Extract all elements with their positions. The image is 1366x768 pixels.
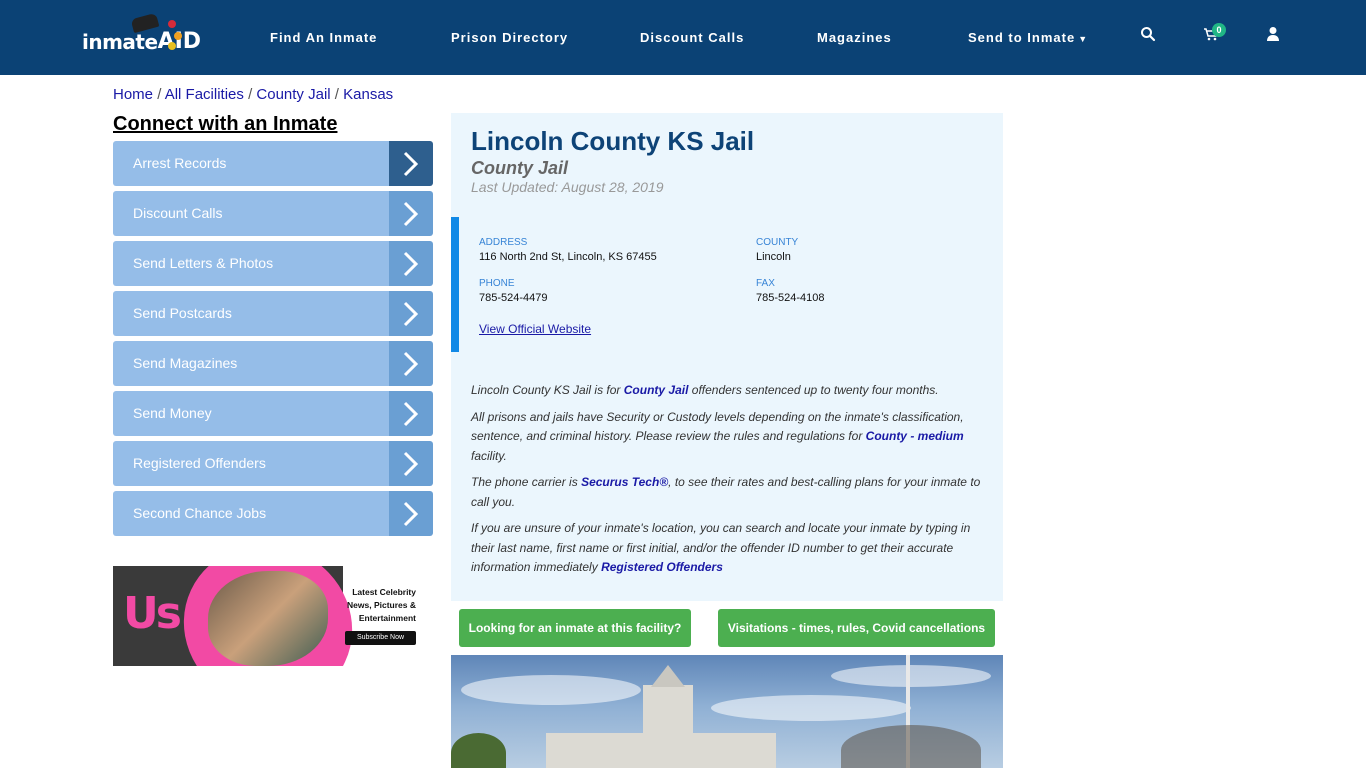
photo-cloud [461,675,641,705]
sidebar-item-label: Discount Calls [113,191,389,236]
logo-text: inmate [82,30,158,54]
facility-description: Lincoln County KS Jail is for County Jai… [471,381,986,585]
ad-tagline-line: Latest Celebrity [352,587,416,597]
county-label: COUNTY [756,237,799,248]
photo-tower-roof [651,665,685,687]
nav-magazines[interactable]: Magazines [817,30,892,45]
photo-cloud [831,665,991,687]
ad-subscribe-button[interactable]: Subscribe Now [345,631,416,645]
county-medium-link[interactable]: County - medium [866,429,964,443]
chevron-right-icon [389,441,433,486]
description-paragraph: Lincoln County KS Jail is for County Jai… [471,381,986,401]
photo-tree [451,733,506,768]
sidebar-item-label: Send Postcards [113,291,389,336]
facility-title: Lincoln County KS Jail [471,126,755,156]
search-icon[interactable] [1140,26,1160,46]
site-logo[interactable]: inmate AID [82,12,201,54]
sidebar-menu: Arrest Records Discount Calls Send Lette… [113,141,433,541]
breadcrumb-all-facilities[interactable]: All Facilities [165,86,244,103]
county-jail-link[interactable]: County Jail [624,383,689,397]
sidebar-item-label: Registered Offenders [113,441,389,486]
photo-cloud [711,695,911,721]
breadcrumb-separator: / [157,86,162,103]
chevron-right-icon [389,391,433,436]
chevron-right-icon [389,191,433,236]
leaf-icon [174,32,182,40]
chevron-right-icon [389,291,433,336]
leaf-icon [168,20,176,28]
sidebar-item-label: Send Money [113,391,389,436]
sidebar-item-arrest-records[interactable]: Arrest Records [113,141,433,186]
sidebar-item-label: Send Letters & Photos [113,241,389,286]
view-official-website-link[interactable]: View Official Website [479,322,591,336]
breadcrumb-separator: / [248,86,253,103]
find-inmate-at-facility-button[interactable]: Looking for an inmate at this facility? [459,609,691,647]
facility-photo [451,655,1003,768]
breadcrumb-county-jail[interactable]: County Jail [256,86,330,103]
chevron-right-icon [389,141,433,186]
visitations-button[interactable]: Visitations - times, rules, Covid cancel… [718,609,995,647]
cart-count-badge: 0 [1212,23,1226,37]
text: facility. [471,448,507,463]
text: Lincoln County KS Jail is for [471,383,624,397]
facility-panel: Lincoln County KS Jail County Jail Last … [451,113,1003,601]
fax-value: 785-524-4108 [756,292,825,304]
chevron-right-icon [389,491,433,536]
phone-value: 785-524-4479 [479,292,548,304]
sidebar-item-label: Second Chance Jobs [113,491,389,536]
breadcrumb-kansas[interactable]: Kansas [343,86,393,103]
address-label: ADDRESS [479,237,528,248]
nav-prison-directory[interactable]: Prison Directory [451,30,568,45]
sidebar-item-label: Arrest Records [113,141,389,186]
text: The phone carrier is [471,475,582,489]
description-paragraph: The phone carrier is Securus Tech®, to s… [471,473,986,512]
nav-send-to-inmate[interactable]: Send to Inmate ▼ [968,30,1088,45]
photo-building [546,733,776,768]
sidebar-item-send-postcards[interactable]: Send Postcards [113,291,433,336]
text: offenders sentenced up to twenty four mo… [688,383,939,397]
phone-label: PHONE [479,278,515,289]
nav-send-to-inmate-label: Send to Inmate [968,30,1076,45]
sidebar-item-label: Send Magazines [113,341,389,386]
ad-brand-logo: Us [123,588,182,639]
info-accent-bar [451,217,459,352]
registered-offenders-link[interactable]: Registered Offenders [601,560,723,574]
sidebar-item-discount-calls[interactable]: Discount Calls [113,191,433,236]
sidebar-item-send-magazines[interactable]: Send Magazines [113,341,433,386]
nav-find-an-inmate[interactable]: Find An Inmate [270,30,377,45]
sidebar-item-send-letters-photos[interactable]: Send Letters & Photos [113,241,433,286]
chevron-right-icon [389,241,433,286]
ad-tagline-line: Entertainment [358,613,416,623]
last-updated: Last Updated: August 28, 2019 [471,179,664,195]
ad-photo [208,571,328,666]
county-value: Lincoln [756,251,791,263]
description-paragraph: If you are unsure of your inmate's locat… [471,519,986,578]
leaf-icon [168,42,176,50]
nav-discount-calls[interactable]: Discount Calls [640,30,744,45]
breadcrumb: Home / All Facilities / County Jail / Ka… [113,86,393,103]
caret-down-icon: ▼ [1078,34,1089,44]
ad-tagline-line: News, Pictures & [347,600,416,610]
us-weekly-ad-banner[interactable]: Us Latest Celebrity News, Pictures & Ent… [113,566,420,666]
breadcrumb-home[interactable]: Home [113,86,153,103]
top-navbar: inmate AID Find An Inmate Prison Directo… [0,0,1366,75]
sidebar-title[interactable]: Connect with an Inmate [113,113,337,136]
sidebar-item-second-chance-jobs[interactable]: Second Chance Jobs [113,491,433,536]
description-paragraph: All prisons and jails have Security or C… [471,408,986,467]
user-icon[interactable] [1265,26,1285,46]
photo-bare-tree [841,725,981,768]
sidebar-item-registered-offenders[interactable]: Registered Offenders [113,441,433,486]
sidebar-item-send-money[interactable]: Send Money [113,391,433,436]
ad-tagline: Latest Celebrity News, Pictures & Entert… [336,586,416,625]
chevron-right-icon [389,341,433,386]
address-value: 116 North 2nd St, Lincoln, KS 67455 [479,251,657,263]
facility-type: County Jail [471,158,569,178]
breadcrumb-separator: / [334,86,339,103]
fax-label: FAX [756,278,775,289]
securus-tech-link[interactable]: Securus Tech® [581,475,668,489]
